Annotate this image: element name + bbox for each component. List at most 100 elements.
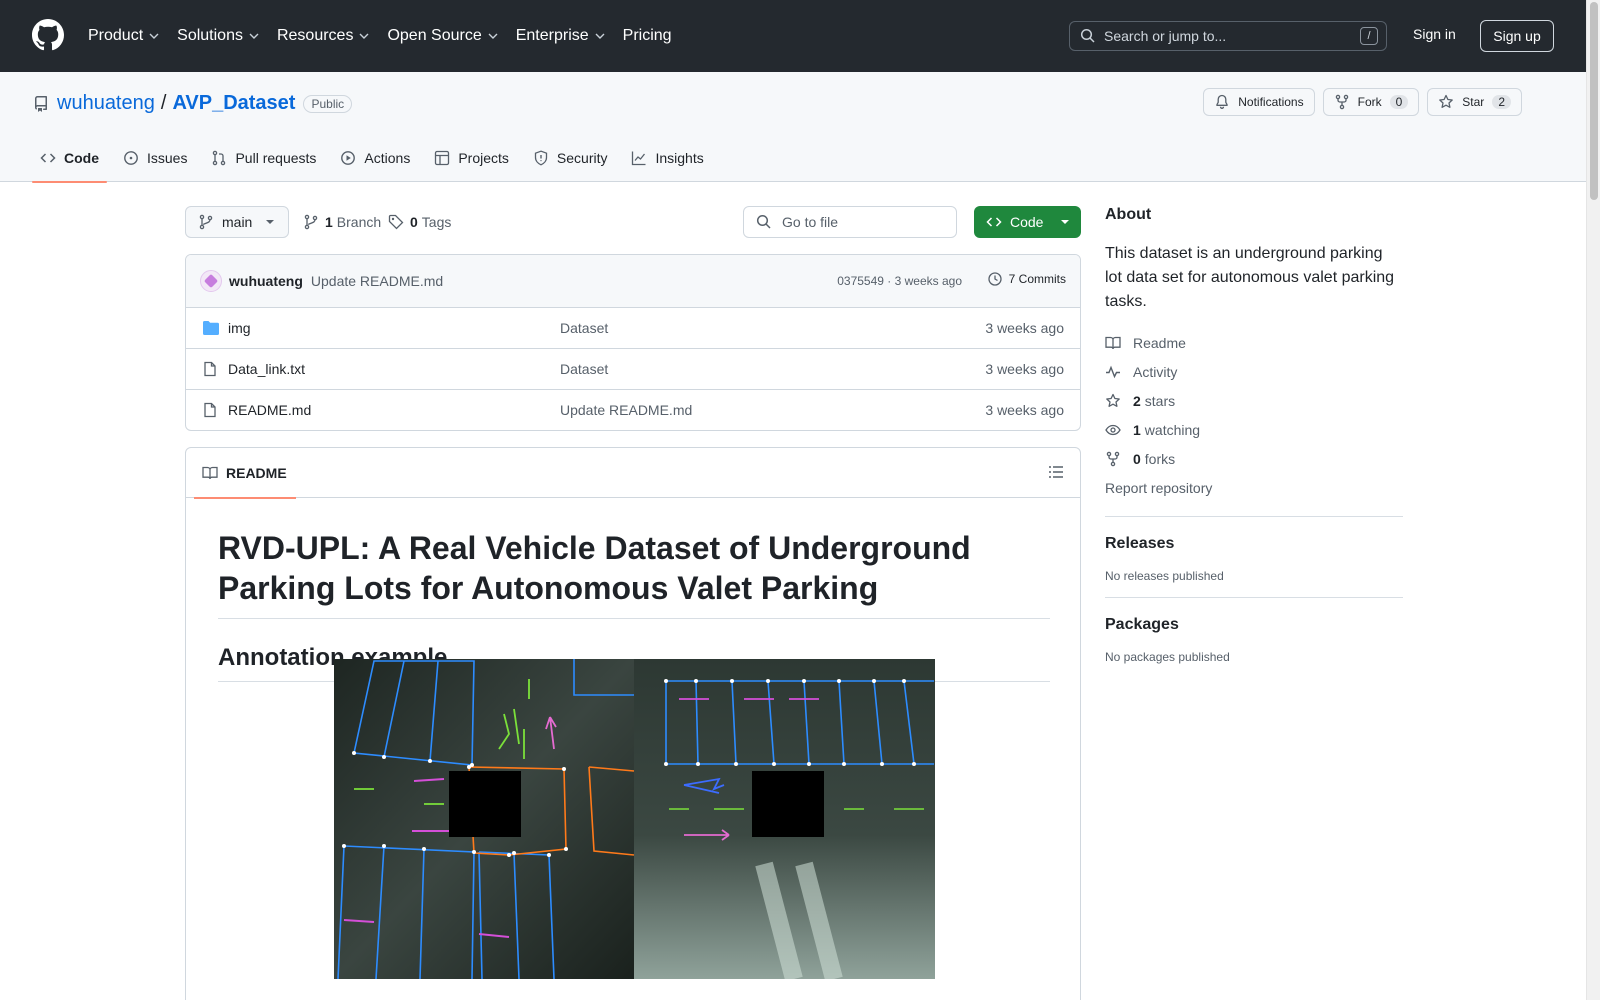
sign-in-link[interactable]: Sign in — [1413, 26, 1456, 42]
file-list: wuhuateng Update README.md 0375549 · 3 w… — [185, 254, 1081, 431]
repo-separator: / — [160, 92, 167, 114]
github-logo-icon[interactable] — [32, 19, 64, 51]
nav-pricing[interactable]: Pricing — [623, 27, 672, 45]
global-nav: Product Solutions Resources Open Source … — [88, 0, 690, 72]
sign-up-button[interactable]: Sign up — [1480, 20, 1554, 52]
repo-tabs: Code Issues Pull requests Actions Projec… — [32, 134, 720, 183]
watching-link[interactable]: 1 watching — [1105, 415, 1403, 444]
packages-title[interactable]: Packages — [1105, 616, 1403, 634]
branch-icon — [199, 214, 213, 230]
file-date: 3 weeks ago — [985, 361, 1064, 377]
stars-count: 2 — [1133, 392, 1141, 409]
chevron-down-icon — [359, 33, 369, 39]
activity-link[interactable]: Activity — [1105, 357, 1403, 386]
play-icon — [341, 151, 356, 165]
issue-icon — [124, 151, 138, 165]
go-to-file-input[interactable]: Go to file — [743, 206, 957, 238]
chevron-down-icon — [149, 33, 159, 39]
file-row[interactable]: README.md Update README.md 3 weeks ago — [186, 390, 1080, 430]
repo-title: wuhuateng / AVP_Dataset Public — [33, 92, 353, 115]
file-row[interactable]: Data_link.txt Dataset 3 weeks ago — [186, 349, 1080, 390]
fork-count: 0 — [1389, 95, 1409, 109]
nav-open-source[interactable]: Open Source — [387, 27, 498, 45]
readme-tab[interactable]: README — [194, 448, 296, 499]
commit-message[interactable]: Update README.md — [311, 273, 443, 289]
tags-link[interactable]: 0 Tags — [388, 214, 451, 230]
repo-sidebar: About This dataset is an underground par… — [1105, 206, 1403, 664]
search-placeholder: Search or jump to... — [1104, 28, 1227, 44]
file-row[interactable]: img Dataset 3 weeks ago — [186, 308, 1080, 349]
caret-down-icon — [266, 220, 274, 224]
releases-title[interactable]: Releases — [1105, 535, 1403, 553]
chevron-down-icon — [249, 33, 259, 39]
star-icon — [1106, 393, 1120, 407]
scrollbar-thumb[interactable] — [1590, 2, 1598, 200]
page-scrollbar[interactable] — [1586, 0, 1600, 1000]
fork-icon — [1106, 451, 1120, 466]
file-commit-message[interactable]: Update README.md — [560, 402, 692, 418]
file-name[interactable]: README.md — [228, 402, 311, 418]
forks-count: 0 — [1133, 450, 1141, 467]
repo-owner-link[interactable]: wuhuateng — [57, 92, 155, 115]
branch-count: 1 — [325, 214, 333, 230]
releases-note: No releases published — [1105, 569, 1224, 583]
nav-resources[interactable]: Resources — [277, 27, 369, 45]
about-title: About — [1105, 206, 1152, 223]
latest-commit-bar: wuhuateng Update README.md 0375549 · 3 w… — [186, 255, 1080, 308]
table-icon — [435, 150, 450, 166]
eye-icon — [1105, 424, 1121, 435]
file-name[interactable]: img — [228, 320, 251, 336]
notifications-button[interactable]: Notifications — [1203, 88, 1315, 116]
file-commit-message[interactable]: Dataset — [560, 320, 608, 336]
folder-icon — [203, 321, 219, 335]
divider — [1105, 516, 1403, 517]
commits-history-link[interactable]: 7 Commits — [987, 271, 1066, 287]
file-name[interactable]: Data_link.txt — [228, 361, 305, 377]
file-toolbar: main 1 Branch 0 Tags Go to file Code — [185, 206, 1081, 238]
star-count: 2 — [1492, 95, 1511, 109]
nav-product[interactable]: Product — [88, 27, 159, 45]
stars-link[interactable]: 2 stars — [1105, 386, 1403, 415]
code-dropdown-button[interactable]: Code — [974, 206, 1081, 238]
packages-note: No packages published — [1105, 650, 1230, 664]
tab-issues[interactable]: Issues — [115, 134, 195, 182]
search-input[interactable]: Search or jump to... / — [1069, 21, 1387, 51]
readme-title: RVD-UPL: A Real Vehicle Dataset of Under… — [218, 528, 1050, 619]
tab-pull-requests[interactable]: Pull requests — [203, 134, 324, 182]
list-icon[interactable] — [1048, 464, 1064, 480]
nav-enterprise[interactable]: Enterprise — [516, 27, 605, 45]
shield-icon — [534, 150, 548, 166]
forks-link[interactable]: 0 forks — [1105, 444, 1403, 473]
repo-name-link[interactable]: AVP_Dataset — [172, 92, 295, 115]
branch-selector[interactable]: main — [185, 206, 289, 238]
nav-solutions[interactable]: Solutions — [177, 27, 259, 45]
bell-icon — [1216, 94, 1228, 109]
branch-icon — [304, 214, 318, 230]
fork-button[interactable]: Fork 0 — [1322, 88, 1420, 116]
readme-link[interactable]: Readme — [1105, 328, 1403, 357]
search-icon — [756, 214, 771, 229]
pulse-icon — [1106, 365, 1120, 378]
code-icon — [40, 153, 56, 163]
pull-request-icon — [213, 150, 226, 166]
report-repository-link[interactable]: Report repository — [1105, 473, 1403, 502]
repo-header: wuhuateng / AVP_Dataset Public Notificat… — [0, 72, 1586, 183]
tab-security[interactable]: Security — [525, 134, 616, 182]
tab-insights[interactable]: Insights — [623, 134, 711, 182]
tab-code[interactable]: Code — [32, 134, 107, 183]
code-icon — [986, 217, 1002, 227]
commit-hash-date[interactable]: 0375549 · 3 weeks ago — [837, 274, 962, 288]
repo-icon — [35, 95, 47, 112]
tab-actions[interactable]: Actions — [332, 134, 418, 182]
tag-count: 0 — [410, 214, 418, 230]
branches-link[interactable]: 1 Branch — [303, 214, 381, 230]
tab-projects[interactable]: Projects — [426, 134, 517, 182]
file-icon — [204, 402, 216, 418]
file-commit-message[interactable]: Dataset — [560, 361, 608, 377]
star-icon — [1439, 94, 1454, 108]
avatar[interactable] — [200, 270, 222, 292]
about-description: This dataset is an underground parking l… — [1105, 245, 1395, 310]
star-button[interactable]: Star 2 — [1427, 88, 1522, 116]
branch-name: main — [222, 214, 253, 230]
commit-author[interactable]: wuhuateng — [229, 273, 303, 289]
